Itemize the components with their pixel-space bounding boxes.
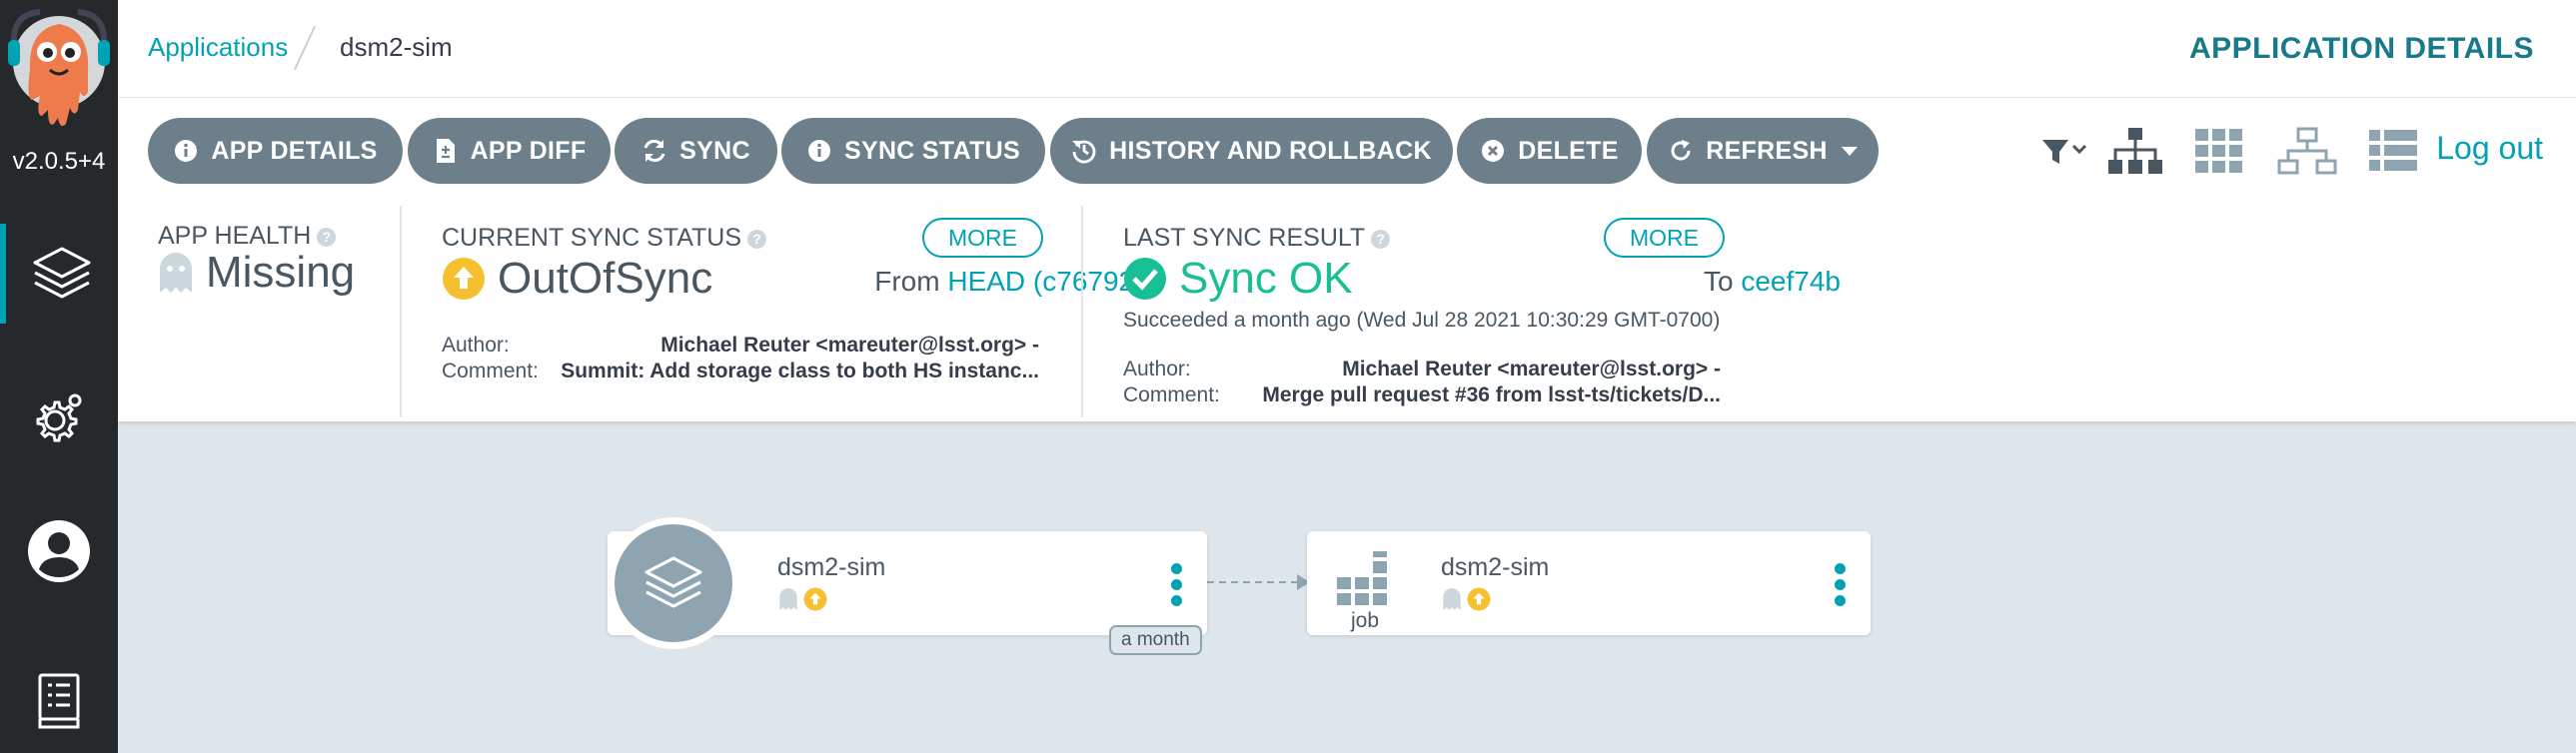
history-icon <box>1071 138 1097 164</box>
comment-label: Comment: <box>442 360 539 382</box>
from-prefix: From <box>874 266 940 297</box>
chevron-down-icon <box>1841 146 1858 156</box>
app-details-label: APP DETAILS <box>211 136 378 165</box>
sidebar-item-user-info[interactable] <box>0 501 118 601</box>
node-kind: job <box>1351 609 1380 632</box>
app-details-button[interactable]: APP DETAILS <box>148 118 403 184</box>
sync-button[interactable]: SYNC <box>615 118 777 184</box>
author-value: Michael Reuter <mareuter@lsst.org> - <box>660 334 1039 357</box>
node-name: dsm2-sim <box>777 553 886 581</box>
breadcrumb-current: dsm2-sim <box>340 32 453 62</box>
current-sync-value: OutOfSync <box>498 254 713 303</box>
refresh-icon <box>1668 138 1694 164</box>
last-sync-more-button[interactable]: MORE <box>1604 218 1725 258</box>
info-icon <box>173 138 199 164</box>
comment-value: Merge pull request #36 from lsst-ts/tick… <box>1262 383 1721 406</box>
last-sync-status: Sync OK <box>1123 254 1353 304</box>
delete-button[interactable]: DELETE <box>1457 118 1642 184</box>
help-icon[interactable]: ? <box>1371 230 1391 249</box>
layers-icon <box>644 556 702 608</box>
refresh-label: REFRESH <box>1706 136 1828 165</box>
job-node[interactable]: job dsm2-sim <box>1307 531 1871 635</box>
comment-value: Summit: Add storage class to both HS ins… <box>561 360 1039 382</box>
info-icon <box>806 138 832 164</box>
sync-status-button[interactable]: SYNC STATUS <box>781 118 1045 184</box>
arrow-circle-up-icon <box>1467 587 1491 611</box>
ghost-icon <box>779 588 797 610</box>
sync-status-label: SYNC STATUS <box>844 136 1020 165</box>
job-icon <box>1337 545 1397 614</box>
current-sync-status: OutOfSync <box>442 254 712 304</box>
sync-icon <box>642 138 667 164</box>
file-diff-icon <box>433 138 459 164</box>
sidebar: v2.0.5+4 <box>0 0 118 753</box>
logout-link[interactable]: Log out <box>2436 130 2543 167</box>
ghost-icon <box>160 253 192 293</box>
filter-icon[interactable] <box>2040 124 2094 178</box>
last-sync-value: Sync OK <box>1179 254 1353 303</box>
book-icon <box>38 673 80 729</box>
node-menu-icon[interactable] <box>1171 563 1183 606</box>
close-circle-icon <box>1480 138 1506 164</box>
current-sync-from: From HEAD (c76792e) <box>874 266 1159 298</box>
comment-label: Comment: <box>1123 383 1220 406</box>
user-icon <box>28 520 90 582</box>
version-label: v2.0.5+4 <box>12 148 106 175</box>
gear-icon <box>36 393 82 442</box>
current-sync-label: CURRENT SYNC STATUS <box>442 224 742 252</box>
arrow-circle-up-icon <box>443 258 485 300</box>
succeeded-text: Succeeded a month ago (Wed Jul 28 2021 1… <box>1123 309 1721 332</box>
to-prefix: To <box>1704 266 1734 297</box>
tree-view-icon[interactable] <box>2103 124 2167 178</box>
breadcrumb-applications-link[interactable]: Applications <box>148 32 288 63</box>
resource-graph: dsm2-sim a month job dsm2-sim <box>118 421 2576 753</box>
sidebar-item-documentation[interactable] <box>0 651 118 751</box>
top-bar: Applications dsm2-sim APPLICATION DETAIL… <box>118 0 2576 98</box>
to-revision-link[interactable]: ceef74b <box>1741 266 1841 297</box>
help-icon[interactable]: ? <box>747 230 767 249</box>
sync-label: SYNC <box>679 136 750 165</box>
age-badge: a month <box>1109 625 1202 655</box>
node-menu-icon[interactable] <box>1835 563 1847 606</box>
divider <box>400 206 402 417</box>
author-value: Michael Reuter <mareuter@lsst.org> - <box>1342 358 1721 380</box>
page-title: APPLICATION DETAILS <box>2188 32 2534 65</box>
author-label: Author: <box>1123 358 1191 380</box>
status-panel: APP HEALTH? Missing CURRENT SYNC STATUS?… <box>118 202 2576 421</box>
current-sync-more-button[interactable]: MORE <box>922 218 1043 258</box>
breadcrumb-separator <box>293 25 317 71</box>
ghost-icon <box>1443 588 1461 610</box>
check-circle-icon <box>1124 258 1166 300</box>
help-icon[interactable]: ? <box>317 228 337 247</box>
author-label: Author: <box>442 334 510 357</box>
app-health-status: Missing <box>158 248 355 298</box>
node-name: dsm2-sim <box>1441 553 1550 581</box>
history-rollback-button[interactable]: HISTORY AND ROLLBACK <box>1050 118 1453 184</box>
app-node-icon <box>608 517 739 649</box>
current-sync-heading: CURRENT SYNC STATUS? <box>442 224 767 253</box>
pods-view-icon[interactable] <box>2191 124 2247 178</box>
app-diff-button[interactable]: APP DIFF <box>408 118 611 184</box>
list-view-icon[interactable] <box>2366 124 2420 178</box>
app-health-label: APP HEALTH <box>158 222 312 250</box>
last-sync-heading: LAST SYNC RESULT? <box>1123 224 1391 253</box>
app-health-heading: APP HEALTH? <box>158 222 337 251</box>
refresh-button[interactable]: REFRESH <box>1647 118 1879 184</box>
last-sync-label: LAST SYNC RESULT <box>1123 224 1366 252</box>
app-health-value: Missing <box>206 248 356 297</box>
toolbar: APP DETAILS APP DIFF SYNC SYNC STATUS HI… <box>118 98 2576 202</box>
arrow-circle-up-icon <box>803 587 827 611</box>
node-status-icons <box>777 587 827 611</box>
divider <box>1081 206 1083 417</box>
app-diff-label: APP DIFF <box>470 136 587 165</box>
delete-label: DELETE <box>1518 136 1619 165</box>
sidebar-item-applications[interactable] <box>0 224 118 324</box>
last-sync-to: To ceef74b <box>1704 266 1841 298</box>
node-status-icons <box>1441 587 1491 611</box>
layers-icon <box>33 247 91 299</box>
history-rollback-label: HISTORY AND ROLLBACK <box>1109 136 1432 165</box>
network-view-icon[interactable] <box>2276 124 2338 178</box>
sidebar-item-settings[interactable] <box>0 367 118 466</box>
